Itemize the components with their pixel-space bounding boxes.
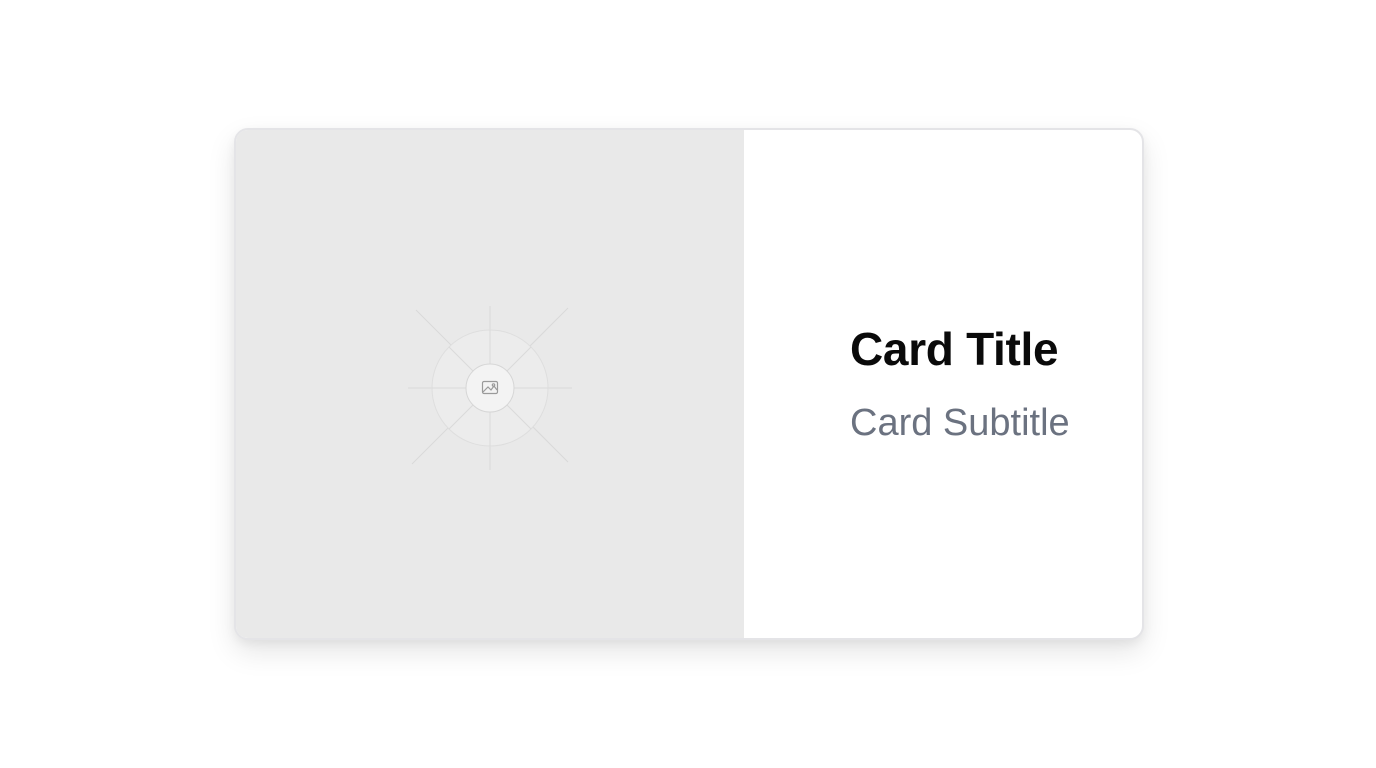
card-title: Card Title — [850, 323, 1059, 375]
card-subtitle: Card Subtitle — [850, 402, 1070, 444]
card: Card Title Card Subtitle — [234, 128, 1144, 640]
card-body: Card Title Card Subtitle — [744, 130, 1142, 638]
card-image — [236, 130, 744, 638]
image-placeholder-icon — [408, 306, 572, 470]
